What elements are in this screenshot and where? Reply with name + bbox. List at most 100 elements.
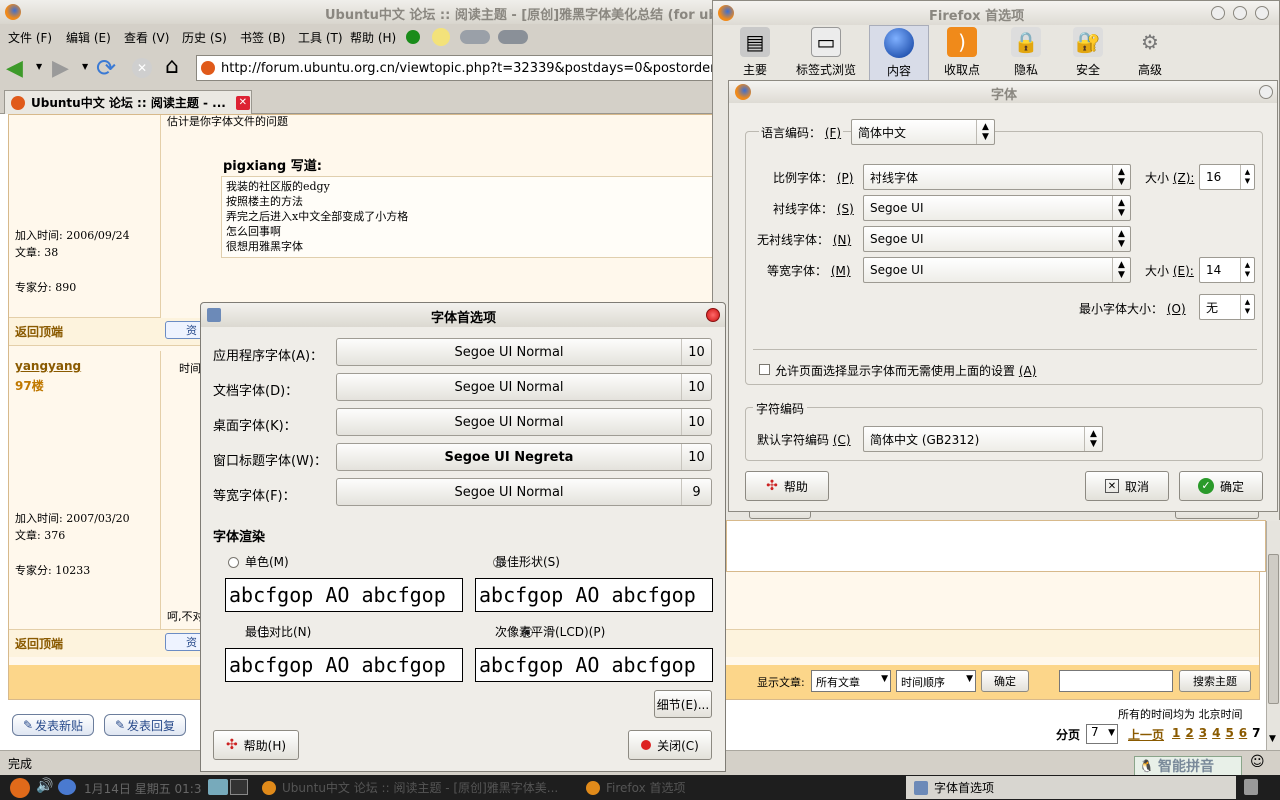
display-ok-button[interactable]: 确定 xyxy=(981,670,1029,692)
forward-dropdown-icon[interactable]: ▼ xyxy=(82,62,88,71)
post-2-score: 专家分: 10233 xyxy=(15,564,91,577)
font-size: 10 xyxy=(681,339,711,365)
profile-button[interactable]: 资 xyxy=(165,321,205,339)
charset-select[interactable]: 简体中文 (GB2312) ▲ ▼ xyxy=(863,426,1103,452)
close-icon[interactable] xyxy=(706,308,720,322)
monospace-select[interactable]: Segoe UI ▲ ▼ xyxy=(863,257,1131,283)
terminal-icon[interactable] xyxy=(208,779,228,795)
profile-button-2[interactable]: 资 xyxy=(165,633,205,651)
serif-select[interactable]: Segoe UI ▲ ▼ xyxy=(863,195,1131,221)
volume-icon[interactable]: 🔊 xyxy=(36,778,53,794)
best-shape-sample[interactable]: abcfgop AO abcfgop xyxy=(475,578,713,612)
order-select[interactable]: 时间顺序 ▼ xyxy=(896,670,976,692)
taskbar-item-fonts[interactable]: 字体首选项 xyxy=(906,776,1236,799)
page-select[interactable]: 7 ▼ xyxy=(1086,724,1118,744)
taskbar-item-prefs[interactable]: Firefox 首选项 xyxy=(586,777,886,798)
network-icon[interactable] xyxy=(58,779,76,795)
mono-radio[interactable] xyxy=(228,557,239,568)
menu-help[interactable]: 帮助 (H) xyxy=(350,29,402,46)
forward-arrow-icon[interactable]: ▶ xyxy=(52,56,69,81)
reply-button[interactable]: ✎ 发表回复 xyxy=(104,714,186,736)
url-bar[interactable]: http://forum.ubuntu.org.cn/viewtopic.php… xyxy=(196,55,720,81)
document-font-button[interactable]: Segoe UI Normal 10 xyxy=(336,373,712,401)
app-font-button[interactable]: Segoe UI Normal 10 xyxy=(336,338,712,366)
menu-bookmarks[interactable]: 书签 (B) xyxy=(240,29,298,46)
menu-view[interactable]: 查看 (V) xyxy=(124,29,182,46)
page-link[interactable]: 3 xyxy=(1199,726,1207,740)
allow-page-fonts-checkbox[interactable] xyxy=(759,364,770,375)
trash-icon[interactable] xyxy=(1244,779,1258,795)
scroll-down-icon[interactable]: ▼ xyxy=(1269,734,1276,744)
prefs-tab-feeds[interactable]: ) 收取点 xyxy=(929,25,995,81)
proportional-select[interactable]: 衬线字体 ▲ ▼ xyxy=(863,164,1131,190)
gnome-help-button[interactable]: ✣ 帮助(H) xyxy=(213,730,299,760)
menu-tools[interactable]: 工具 (T) xyxy=(298,29,350,46)
maximize-icon[interactable] xyxy=(1233,6,1247,20)
spin-arrows-icon: ▲ ▼ xyxy=(1084,427,1102,451)
back-to-top-link[interactable]: 返回顶端 xyxy=(15,323,63,340)
min-size-select[interactable]: 无 ▲ ▼ xyxy=(1199,294,1255,320)
sans-serif-select[interactable]: Segoe UI ▲ ▼ xyxy=(863,226,1131,252)
taskbar-clock[interactable]: 1月14日 星期五 01:3 xyxy=(84,780,201,797)
fonts-ok-button[interactable]: ✓ 确定 xyxy=(1179,471,1263,501)
home-icon[interactable]: ⌂ xyxy=(165,54,179,79)
subpixel-sample[interactable]: abcfgop AO abcfgop xyxy=(475,648,713,682)
menu-edit[interactable]: 编辑 (E) xyxy=(66,29,124,46)
proportional-size-select[interactable]: 16 ▲ ▼ xyxy=(1199,164,1255,190)
back-dropdown-icon[interactable]: ▼ xyxy=(36,62,42,71)
post-2-username[interactable]: yangyang xyxy=(15,359,81,373)
page-link[interactable]: 4 xyxy=(1212,726,1220,740)
prefs-tab-tabs[interactable]: ▭ 标签式浏览 xyxy=(783,25,869,81)
menu-history[interactable]: 历史 (S) xyxy=(182,29,240,46)
monospace-size-select[interactable]: 14 ▲ ▼ xyxy=(1199,257,1255,283)
close-icon[interactable] xyxy=(1259,85,1273,99)
tab-forum[interactable]: Ubuntu中文 论坛 :: 阅读主题 - ... ✕ xyxy=(4,90,252,114)
lang-select[interactable]: 简体中文 ▲ ▼ xyxy=(851,119,995,145)
prefs-tab-advanced[interactable]: ⚙ 高级 xyxy=(1119,25,1181,81)
search-topic-button[interactable]: 搜索主题 xyxy=(1179,670,1251,692)
details-button[interactable]: 细节(E)... xyxy=(654,690,712,718)
prefs-tab-content[interactable]: 内容 xyxy=(869,25,929,81)
gnome-title: 字体首选项 xyxy=(431,311,497,326)
page-link[interactable]: 1 xyxy=(1172,726,1180,740)
scroll-thumb[interactable] xyxy=(1268,554,1279,704)
topic-search-input[interactable] xyxy=(1059,670,1173,692)
minimize-icon[interactable] xyxy=(1211,6,1225,20)
back-arrow-icon[interactable]: ◀ xyxy=(6,56,23,81)
page-link[interactable]: 5 xyxy=(1225,726,1233,740)
best-shape-label[interactable]: 最佳形状(S) xyxy=(495,553,560,570)
mono-label[interactable]: 单色(M) xyxy=(245,553,289,570)
taskbar-item-forum[interactable]: Ubuntu中文 论坛 :: 阅读主题 - [原创]雅黑字体美... xyxy=(262,777,582,798)
ime-indicator[interactable]: 🐧 智能拼音 xyxy=(1134,756,1242,776)
desktop-font-button[interactable]: Segoe UI Normal 10 xyxy=(336,408,712,436)
quote-box: 我装的社区版的edgy 按照楼主的方法 弄完之后进入x中文全部变成了小方格 怎么… xyxy=(221,176,721,258)
prev-page-link[interactable]: 上一页 xyxy=(1128,726,1164,743)
subpixel-label[interactable]: 次像素平滑(LCD)(P) xyxy=(495,623,605,640)
gnome-close-button[interactable]: 关闭(C) xyxy=(628,730,712,760)
mono-sample[interactable]: abcfgop AO abcfgop xyxy=(225,578,463,612)
fixed-font-button[interactable]: Segoe UI Normal 9 xyxy=(336,478,712,506)
page-link[interactable]: 6 xyxy=(1239,726,1247,740)
weather-rain-icon xyxy=(498,30,528,44)
stop-icon[interactable]: ✕ xyxy=(132,58,152,78)
display-select[interactable]: 所有文章 ▼ xyxy=(811,670,891,692)
menu-file[interactable]: 文件 (F) xyxy=(8,29,66,46)
prefs-tab-security[interactable]: 🔐 安全 xyxy=(1057,25,1119,81)
close-icon[interactable] xyxy=(1255,6,1269,20)
window-title-font-button[interactable]: Segoe UI Negreta 10 xyxy=(336,443,712,471)
page-link[interactable]: 2 xyxy=(1185,726,1193,740)
tab-close-icon[interactable]: ✕ xyxy=(235,95,250,110)
ubuntu-menu-icon[interactable] xyxy=(10,778,30,798)
fonts-cancel-button[interactable]: ✕ 取消 xyxy=(1085,471,1169,501)
allow-page-fonts-label[interactable]: 允许页面选择显示字体而无需使用上面的设置 (A) xyxy=(775,362,1036,379)
best-contrast-label[interactable]: 最佳对比(N) xyxy=(245,623,311,640)
reload-icon[interactable]: ⟳ xyxy=(96,54,116,82)
best-contrast-sample[interactable]: abcfgop AO abcfgop xyxy=(225,648,463,682)
prefs-tab-privacy[interactable]: 🔒 隐私 xyxy=(995,25,1057,81)
row-label: 无衬线字体： xyxy=(757,233,830,247)
fonts-help-button[interactable]: ✣ 帮助 xyxy=(745,471,829,501)
new-post-button[interactable]: ✎ 发表新贴 xyxy=(12,714,94,736)
back-to-top-link-2[interactable]: 返回顶端 xyxy=(15,635,63,652)
terminal-icon-2[interactable] xyxy=(230,779,248,795)
prefs-tab-main[interactable]: ▤ 主要 xyxy=(727,25,783,81)
